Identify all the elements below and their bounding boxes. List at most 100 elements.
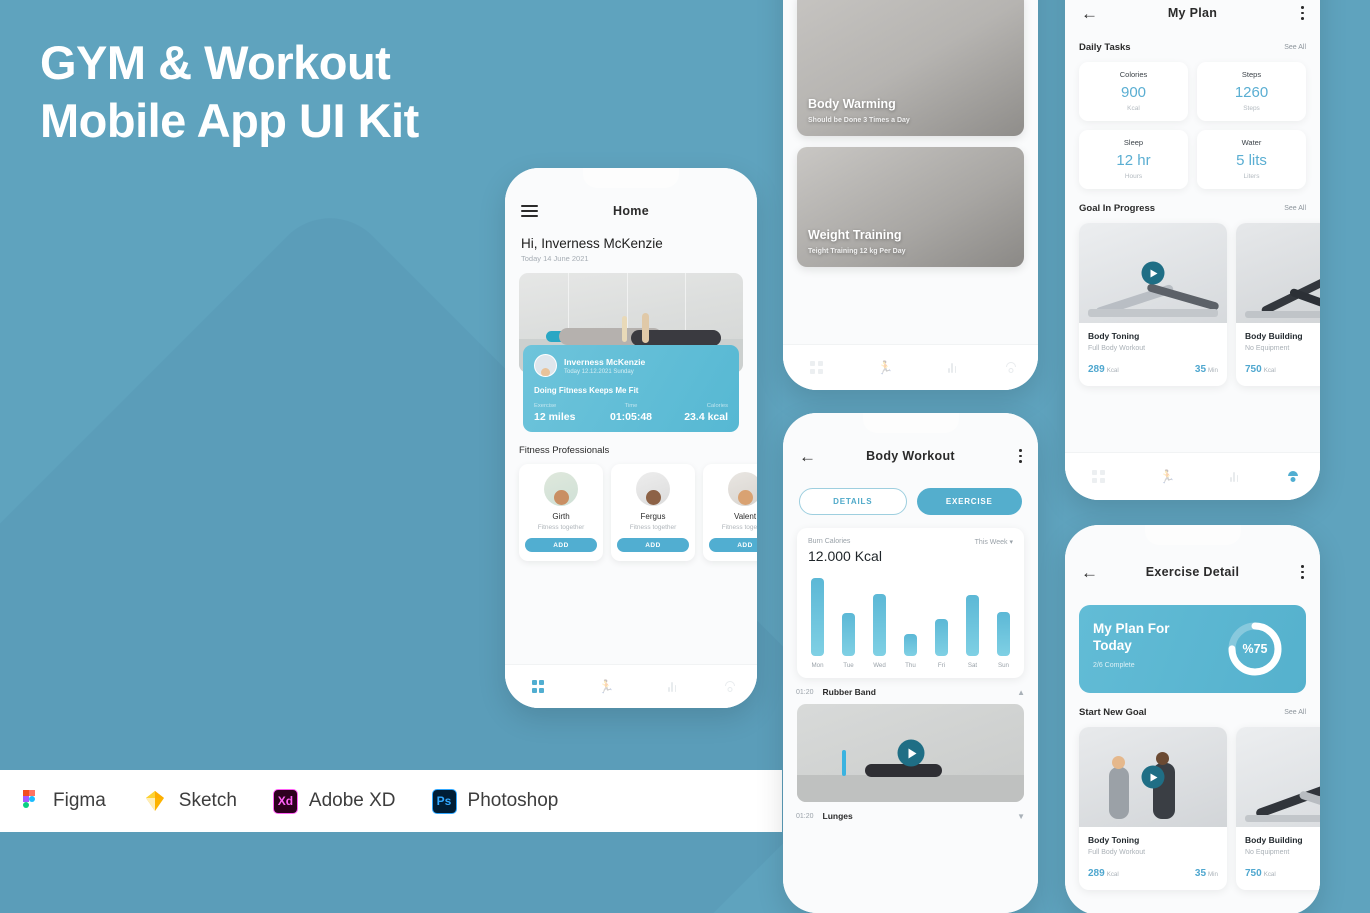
exercise-video-thumbnail[interactable] (797, 704, 1024, 802)
bar-label: Tue (843, 662, 854, 669)
goal-thumbnail[interactable] (1079, 727, 1227, 827)
page-title-line2: Mobile App UI Kit (40, 94, 419, 147)
goal-min-unit: Min (1208, 871, 1218, 878)
goal-kcal-unit: Kcal (1106, 871, 1119, 878)
goal-kcal: 750 Kcal (1245, 863, 1276, 881)
goal-kcal-unit: Kcal (1263, 367, 1276, 374)
chevron-down-icon[interactable]: ▼ (1017, 812, 1025, 821)
notch (862, 413, 959, 433)
new-goal-see-all[interactable]: See All (1284, 709, 1306, 716)
pro-name: Fergus (640, 512, 666, 521)
home-screen: Home Hi, Inverness McKenzie Today 14 Jun… (505, 168, 757, 708)
workout-title: Body Workout (866, 449, 955, 463)
tool-photoshop[interactable]: Ps Photoshop (431, 788, 559, 814)
add-button[interactable]: ADD (525, 538, 597, 552)
goal-min-value: 35 (1194, 868, 1207, 879)
tool-figma[interactable]: Figma (16, 788, 106, 814)
tab-exercise[interactable]: EXERCISE (916, 488, 1022, 515)
tile-unit: Steps (1243, 105, 1260, 112)
tile-label: Water (1241, 138, 1262, 147)
list-item[interactable]: Fergus Fitness together ADD (611, 464, 695, 561)
tile-sleep[interactable]: Sleep 12 hr Hours (1079, 130, 1188, 189)
stat-exercise-label: Exercise (534, 403, 557, 409)
tab-details[interactable]: DETAILS (799, 488, 907, 515)
goal-min-value: 35 (1194, 364, 1207, 375)
nav-item-dashboard[interactable] (1092, 470, 1105, 483)
list-item[interactable]: Body Building No Equipment 750 Kcal (1236, 727, 1320, 890)
nav-item-dashboard[interactable] (810, 361, 823, 374)
home-title: Home (613, 204, 649, 218)
bar-column: Sat (966, 595, 979, 669)
avatar (544, 472, 578, 506)
workout-tabs: DETAILS EXERCISE (783, 488, 1038, 515)
daily-task-tiles: Colories 900 Kcal Steps 1260 Steps Sleep… (1065, 62, 1320, 189)
bar-label: Mon (811, 662, 824, 669)
detail-appbar: ← Exercise Detail (1065, 551, 1320, 593)
chevron-down-icon: ▾ (1009, 539, 1013, 546)
daily-tasks-see-all[interactable]: See All (1284, 44, 1306, 51)
my-plan-card[interactable]: My Plan For Today 2/6 Complete %75 (1079, 605, 1306, 693)
list-item[interactable]: Valent Fitness together ADD (703, 464, 757, 561)
chart-range-selector[interactable]: This Week ▾ (975, 538, 1013, 546)
media-screen: Diet Food You Need to Eat 4 Meals a Day … (783, 0, 1038, 390)
phone-home: Home Hi, Inverness McKenzie Today 14 Jun… (505, 168, 757, 708)
nav-item-workout[interactable]: 🏃 (877, 359, 893, 377)
bar-column: Sun (997, 611, 1010, 669)
tile-label: Sleep (1123, 138, 1144, 147)
user-card-date: Today 12.12.2021 Sunday (564, 368, 634, 375)
pro-subtitle: Fitness together (721, 524, 757, 531)
notch (583, 168, 679, 188)
goal-subtitle: No Equipment (1245, 345, 1290, 352)
bar-label: Fri (937, 662, 946, 669)
tool-sketch[interactable]: Sketch (142, 788, 237, 814)
play-icon[interactable] (897, 739, 924, 767)
chart-bar (997, 611, 1010, 656)
chevron-up-icon[interactable]: ▲ (1017, 688, 1025, 697)
goal-progress-see-all[interactable]: See All (1284, 205, 1306, 212)
tile-steps[interactable]: Steps 1260 Steps (1197, 62, 1306, 121)
tile-unit: Kcal (1127, 105, 1140, 112)
tile-value: 1260 (1234, 84, 1269, 101)
bottom-nav: 🏃 (783, 344, 1038, 390)
tile-water[interactable]: Water 5 lits Liters (1197, 130, 1306, 189)
user-activity-card[interactable]: Inverness McKenzie Today 12.12.2021 Sund… (523, 345, 739, 432)
goal-progress-header: Goal In Progress See All (1065, 203, 1320, 214)
detail-title: Exercise Detail (1145, 565, 1240, 579)
tool-adobe-xd[interactable]: Xd Adobe XD (272, 788, 396, 814)
goal-thumbnail[interactable] (1236, 223, 1320, 323)
add-button[interactable]: ADD (617, 538, 689, 552)
media-card[interactable]: Weight Training Teight Training 12 kg Pe… (797, 147, 1024, 267)
nav-item-dashboard[interactable] (531, 680, 545, 693)
nav-item-stats[interactable] (1229, 471, 1239, 482)
list-item[interactable]: Body Building No Equipment 750 Kcal (1236, 223, 1320, 386)
nav-item-stats[interactable] (947, 362, 957, 373)
stat-time-label: Time (624, 403, 638, 409)
exercise-row[interactable]: 01:20 Lunges ▼ (783, 802, 1038, 830)
play-icon[interactable] (1141, 261, 1165, 285)
list-item[interactable]: Body Toning Full Body Workout 289 Kcal 35… (1079, 727, 1227, 890)
add-button[interactable]: ADD (709, 538, 757, 552)
bar-chart: Mon Tue Wed Thu Fri Sat Sun (808, 573, 1013, 669)
pros-section-title: Fitness Professionals (519, 445, 610, 456)
plan-screen: ← My Plan Daily Tasks See All Colories 9… (1065, 0, 1320, 500)
photoshop-icon: Ps (431, 788, 457, 814)
goal-thumbnail[interactable] (1236, 727, 1320, 827)
pro-name: Girth (552, 512, 570, 521)
nav-item-stats[interactable] (667, 681, 677, 692)
running-icon: 🏃 (1159, 468, 1176, 484)
media-card-subtitle: Should be Done 3 Times a Day (808, 117, 910, 124)
bar-column: Mon (811, 578, 824, 669)
tool-label-photoshop: Photoshop (467, 790, 559, 811)
exercise-row[interactable]: 01:20 Rubber Band ▲ (783, 678, 1038, 697)
tile-calories[interactable]: Colories 900 Kcal (1079, 62, 1188, 121)
goal-kcal: 750 Kcal (1245, 359, 1276, 377)
avatar (636, 472, 670, 506)
list-item[interactable]: Girth Fitness together ADD (519, 464, 603, 561)
nav-item-workout[interactable]: 🏃 (1159, 468, 1175, 486)
list-item[interactable]: Body Toning Full Body Workout 289 Kcal 35… (1079, 223, 1227, 386)
media-card[interactable]: Body Warming Should be Done 3 Times a Da… (797, 0, 1024, 136)
figma-icon (16, 788, 42, 814)
nav-item-workout[interactable]: 🏃 (598, 678, 614, 696)
goal-thumbnail[interactable] (1079, 223, 1227, 323)
play-icon[interactable] (1141, 765, 1165, 789)
